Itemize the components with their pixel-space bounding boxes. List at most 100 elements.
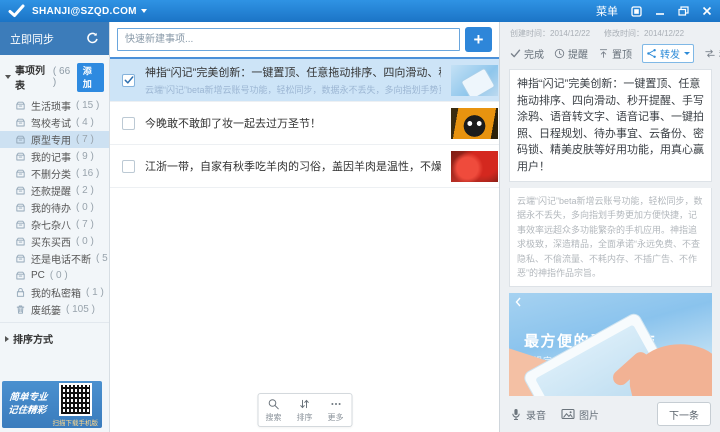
sync-now-button[interactable]: 立即同步 (0, 22, 109, 55)
maximize-button[interactable] (678, 6, 689, 16)
sync-label: 立即同步 (10, 33, 54, 46)
toolbar-移动-button[interactable]: 移动 (704, 46, 720, 61)
note-body-box: 云端“闪记”beta新增云账号功能，轻松同步，数据永不丢失，多向指划手势更加方便… (509, 188, 712, 288)
sidebar-item-label: 还款提醒 (31, 187, 71, 198)
toolbar-完成-button[interactable]: 完成 (510, 46, 544, 61)
todo-row-text: 今晚敢不敢卸了妆一起去过万圣节！ (145, 115, 441, 131)
stack-icon (15, 151, 26, 162)
sidebar-item-label: 不删分类 (31, 170, 71, 181)
sidebar-item-count: ( 9 ) (76, 151, 94, 162)
list-footer-toolbar: 搜索 排序 更多 (257, 393, 352, 427)
sidebar-item-label: PC (31, 270, 45, 281)
todo-checkbox[interactable] (122, 159, 135, 173)
sort-mode-row[interactable]: 排序方式 (0, 322, 109, 354)
sidebar-folder-list: 生活琐事 ( 15 ) 驾校考试 ( 4 ) 原型专用 ( 7 ) 我的记事 ( 9 … (0, 97, 109, 318)
sidebar-item-label: 废纸篓 (31, 306, 61, 317)
todo-row[interactable]: 神指“闪记”完美创新：一键置顶、任意拖动排序、四向滑动、秒开提醒、手写涂鸦、语音… (110, 59, 499, 102)
gesture-banner-thumbnail (451, 64, 498, 96)
sidebar-item-count: ( 15 ) (76, 100, 100, 111)
sidebar-item-count: ( 16 ) (76, 168, 100, 179)
record-audio-button[interactable]: 录音 (510, 407, 546, 422)
close-button[interactable] (702, 6, 712, 16)
note-body-text: 云端“闪记”beta新增云账号功能，轻松同步，数据永不丢失，多向指划手势更加方便… (517, 196, 703, 278)
stack-icon (15, 219, 26, 230)
menu-button[interactable]: 菜单 (596, 3, 618, 19)
account-dropdown[interactable]: SHANJI@SZQD.COM (32, 6, 147, 17)
sidebar-item-我的记事[interactable]: 我的记事 ( 9 ) (0, 148, 109, 165)
stack-icon (15, 168, 26, 179)
sidebar-item-label: 杂七杂八 (31, 221, 71, 232)
chevron-down-icon (140, 9, 147, 13)
lock-icon (15, 287, 26, 298)
sidebar-item-label: 我的记事 (31, 153, 71, 164)
detail-panel: 创建时间：2014/12/22 修改时间：2014/12/22 完成 提醒 置顶 转发… (500, 22, 720, 432)
account-label: SHANJI@SZQD.COM (32, 5, 137, 17)
list-group-header[interactable]: 事项列表 ( 66 ) 添加 (0, 55, 109, 97)
red-flower-thumbnail (451, 150, 498, 182)
sidebar-item-PC[interactable]: PC ( 0 ) (0, 267, 109, 284)
list-group-label: 事项列表 (15, 66, 45, 92)
stack-icon (15, 185, 26, 196)
quick-add-bar: + (110, 22, 499, 59)
minimize-button[interactable] (655, 6, 665, 16)
qr-code-image (58, 382, 92, 416)
toolbar-提醒-button[interactable]: 提醒 (554, 46, 588, 61)
add-list-button[interactable]: 添加 (76, 62, 104, 92)
todo-subtitle: 云端“闪记”beta新增云账号功能，轻松同步，数据永不丢失，多向指划手势更加方便… (145, 85, 441, 95)
timestamps-row: 创建时间：2014/12/22 修改时间：2014/12/22 (509, 27, 712, 44)
sidebar-item-count: ( 0 ) (76, 202, 94, 213)
mobile-promo-banner[interactable]: 简单专业 记住精彩 扫描下载手机版 (2, 381, 102, 428)
sidebar-item-不删分类[interactable]: 不删分类 ( 16 ) (0, 165, 109, 182)
todo-checkbox[interactable] (122, 73, 135, 87)
sidebar-item-废纸篓[interactable]: 废纸篓 ( 105 ) (0, 301, 109, 318)
picture-icon (561, 408, 575, 420)
todo-main-column: + 神指“闪记”完美创新：一键置顶、任意拖动排序、四向滑动、秒开提醒、手写涂鸦、… (110, 22, 500, 432)
sidebar-item-原型专用[interactable]: 原型专用 ( 7 ) (0, 131, 109, 148)
list-footer-button-label: 搜索 (265, 413, 282, 422)
stack-icon (15, 270, 26, 281)
attach-image-button[interactable]: 图片 (561, 407, 599, 422)
move-icon (704, 48, 716, 59)
chevron-down-icon (684, 52, 690, 55)
list-footer-button-label: 排序 (296, 413, 313, 422)
toolbar-置顶-button[interactable]: 置顶 (598, 46, 632, 61)
quick-add-input[interactable] (117, 28, 460, 51)
sidebar-item-我的待办[interactable]: 我的待办 ( 0 ) (0, 199, 109, 216)
stack-icon (15, 117, 26, 128)
toolbar-button-label: 完成 (524, 50, 544, 61)
stack-icon (15, 236, 26, 247)
list-footer-排序-button[interactable]: 排序 (289, 394, 320, 426)
sidebar-item-杂七杂八[interactable]: 杂七杂八 ( 7 ) (0, 216, 109, 233)
gesture-promo-image[interactable]: 最方便的手势操作 右滑完成、删除，左滑呼出菜单 (509, 293, 712, 396)
stack-icon (15, 253, 26, 264)
list-footer-搜索-button[interactable]: 搜索 (258, 394, 289, 426)
sidebar-item-label: 还是电话不断 (31, 255, 91, 266)
stack-icon (15, 100, 26, 111)
list-footer-更多-button[interactable]: 更多 (320, 394, 351, 426)
sidebar-item-还款提醒[interactable]: 还款提醒 ( 2 ) (0, 182, 109, 199)
created-timestamp: 创建时间：2014/12/22 (510, 29, 591, 38)
forward-icon (646, 48, 657, 59)
halloween-cat-thumbnail (451, 107, 498, 139)
todo-row[interactable]: 江浙一带，自家有秋季吃羊肉的习俗，盖因羊肉是温性，不燥也不寒，秋季进补正合适 (110, 145, 499, 188)
sidebar-item-买东买西[interactable]: 买东买西 ( 0 ) (0, 233, 109, 250)
next-item-button[interactable]: 下一条 (657, 402, 711, 426)
sidebar-item-我的私密箱[interactable]: 我的私密箱 ( 1 ) (0, 284, 109, 301)
todo-checkbox[interactable] (122, 116, 135, 130)
titlebar: SHANJI@SZQD.COM 菜单 (0, 0, 720, 22)
todo-row[interactable]: 今晚敢不敢卸了妆一起去过万圣节！ (110, 102, 499, 145)
sidebar-item-还是电话不断[interactable]: 还是电话不断 ( 5 ) (0, 250, 109, 267)
toolbar-button-label: 置顶 (612, 50, 632, 61)
sidebar-item-驾校考试[interactable]: 驾校考试 ( 4 ) (0, 114, 109, 131)
qr-code-block: 扫描下载手机版 (53, 382, 98, 427)
sidebar-item-count: ( 7 ) (76, 219, 94, 230)
toolbar-转发-button[interactable]: 转发 (642, 44, 694, 63)
sidebar-item-生活琐事[interactable]: 生活琐事 ( 15 ) (0, 97, 109, 114)
todo-title: 江浙一带，自家有秋季吃羊肉的习俗，盖因羊肉是温性，不燥也不寒，秋季进补正合适 (145, 161, 441, 173)
sidebar-item-label: 我的私密箱 (31, 289, 81, 300)
sidebar: 立即同步 事项列表 ( 66 ) 添加 生活琐事 ( 15 ) 驾校考试 ( 4 … (0, 22, 110, 432)
pin-top-icon (598, 48, 609, 59)
todo-title: 神指“闪记”完美创新：一键置顶、任意拖动排序、四向滑动、秒开提醒、手写涂鸦、语音… (145, 67, 441, 79)
quick-add-button[interactable]: + (465, 27, 492, 52)
skin-panel-icon[interactable] (631, 5, 642, 17)
